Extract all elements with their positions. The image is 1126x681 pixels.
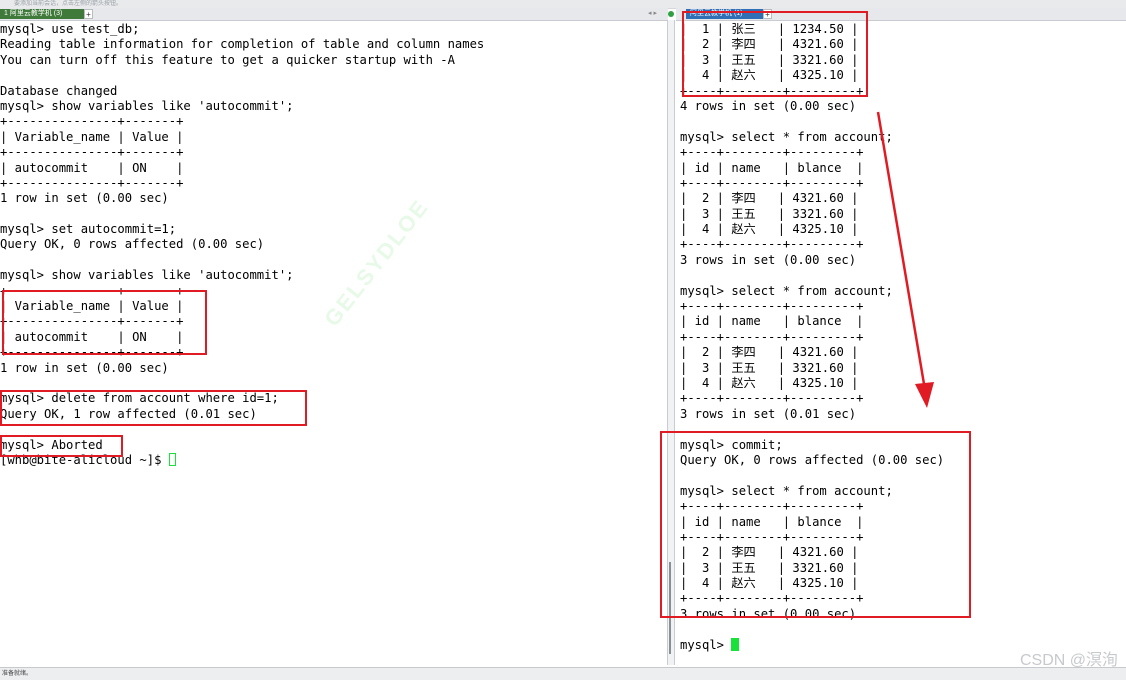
annotation-arrow [876, 111, 934, 408]
terminal-line: | 2 | 李四 | 4321.60 | [680, 545, 859, 560]
terminal-prompt: [whb@bite-alicloud ~]$ [0, 452, 169, 467]
pane-nav-arrows-icon[interactable]: ◂ ▸ [648, 9, 657, 17]
terminal-line: | 3 | 王五 | 3321.60 | [680, 560, 859, 575]
terminal-line: 1 row in set (0.00 sec) [0, 360, 169, 375]
terminal-line: +----+--------+---------+ [680, 499, 864, 514]
terminal-prompt: mysql> [680, 637, 732, 652]
terminal-line: +---------------+-------+ [0, 345, 184, 360]
terminal-line: +---------------+-------+ [0, 175, 184, 190]
add-tab-right-button[interactable]: + [763, 9, 772, 19]
terminal-line: mysql> delete from account where id=1; [0, 391, 279, 406]
add-tab-left-button[interactable]: + [84, 9, 93, 19]
left-tab-strip: 1 阿里云教学机 (3) + [0, 8, 668, 21]
connection-status-icon [668, 11, 674, 17]
terminal-line: Database changed [0, 83, 118, 98]
top-hint-text: 要添加当前会话，点击左侧的箭头按钮。 [14, 1, 123, 7]
terminal-cursor [731, 637, 740, 651]
terminal-line: +----+--------+---------+ [680, 591, 864, 606]
terminal-line: | autocommit | ON | [0, 160, 184, 175]
terminal-line: | 1 | 张三 | 1234.50 | [680, 22, 859, 36]
terminal-line: | Variable_name | Value | [0, 129, 184, 144]
status-bar: 准备就绪。 [0, 667, 1126, 680]
terminal-prompt-line[interactable]: [whb@bite-alicloud ~]$ [0, 452, 664, 468]
terminal-line: You can turn off this feature to get a q… [0, 52, 455, 67]
left-terminal-pane[interactable]: mysql> use test_db; Reading table informa… [0, 22, 664, 662]
terminal-line: | 2 | 李四 | 4321.60 | [680, 37, 859, 52]
terminal-line: mysql> use test_db; [0, 22, 140, 36]
terminal-line: +----+--------+---------+ [680, 83, 864, 98]
terminal-line: Query OK, 0 rows affected (0.00 sec) [0, 237, 265, 252]
right-tab-strip: 阿里云教学机 (1) + [676, 8, 1126, 21]
terminal-line: mysql> show variables like 'autocommit'; [0, 98, 294, 113]
terminal-line: mysql> set autocommit=1; [0, 222, 177, 237]
terminal-line: Query OK, 0 rows affected (0.00 sec) [680, 452, 945, 467]
scrollbar-thumb[interactable] [669, 562, 671, 654]
terminal-cursor [168, 452, 176, 466]
terminal-line: mysql> show variables like 'autocommit'; [0, 268, 294, 283]
tab-left-session[interactable]: 1 阿里云教学机 (3) [0, 9, 90, 19]
terminal-line: mysql> commit; [680, 437, 783, 452]
terminal-line: mysql> select * from account; [680, 483, 893, 498]
terminal-line: +---------------+-------+ [0, 114, 184, 129]
terminal-line: | 3 | 王五 | 3321.60 | [680, 52, 859, 67]
terminal-line: | autocommit | ON | [0, 329, 184, 344]
terminal-line: 1 row in set (0.00 sec) [0, 191, 169, 206]
terminal-line: +---------------+-------+ [0, 145, 184, 160]
terminal-line: mysql> Aborted [0, 437, 103, 452]
terminal-line: | 4 | 赵六 | 4325.10 | [680, 576, 859, 591]
terminal-line: Query OK, 1 row affected (0.01 sec) [0, 406, 257, 421]
tab-right-session[interactable]: 阿里云教学机 (1) [686, 9, 768, 19]
terminal-line: 3 rows in set (0.00 sec) [680, 606, 857, 621]
terminal-line: Reading table information for completion… [0, 37, 485, 52]
terminal-line: +----+--------+---------+ [680, 529, 864, 544]
terminal-line: | 4 | 赵六 | 4325.10 | [680, 68, 859, 83]
terminal-line: | id | name | blance | [680, 514, 864, 529]
status-text: 准备就绪。 [2, 671, 33, 677]
terminal-line: +---------------+-------+ [0, 283, 184, 298]
